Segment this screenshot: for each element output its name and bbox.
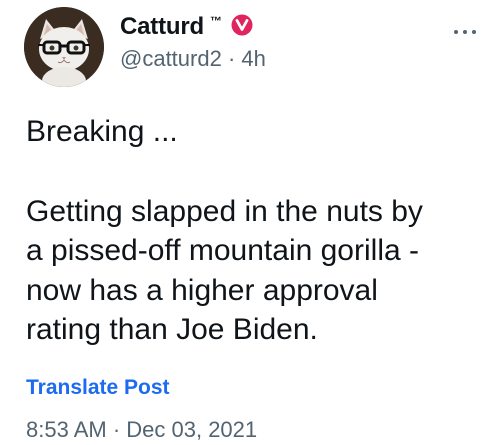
more-options-button[interactable] <box>450 20 480 44</box>
tweet-text: Breaking ... Getting slapped in the nuts… <box>26 112 481 350</box>
tweet-paragraph: Getting slapped in the nuts by a pissed-… <box>26 194 423 347</box>
author-meta-row: @catturd2 · 4h <box>120 46 266 72</box>
more-options-icon <box>454 30 476 34</box>
translate-post-link[interactable]: Translate Post <box>26 376 170 400</box>
author-display-name[interactable]: Catturd <box>120 13 204 41</box>
relative-time[interactable]: 4h <box>241 46 265 71</box>
post-timestamp[interactable]: 8:53 AM · Dec 03, 2021 <box>26 417 257 443</box>
verified-badge-icon <box>230 13 254 37</box>
avatar[interactable] <box>24 7 104 87</box>
meta-separator: · <box>221 46 242 71</box>
author-handle[interactable]: @catturd2 <box>120 46 222 71</box>
cat-avatar-image <box>24 7 104 87</box>
trademark-symbol: ™ <box>209 14 222 28</box>
tweet-paragraph: Breaking ... <box>26 115 178 148</box>
author-name-row: Catturd ™ <box>120 10 254 44</box>
